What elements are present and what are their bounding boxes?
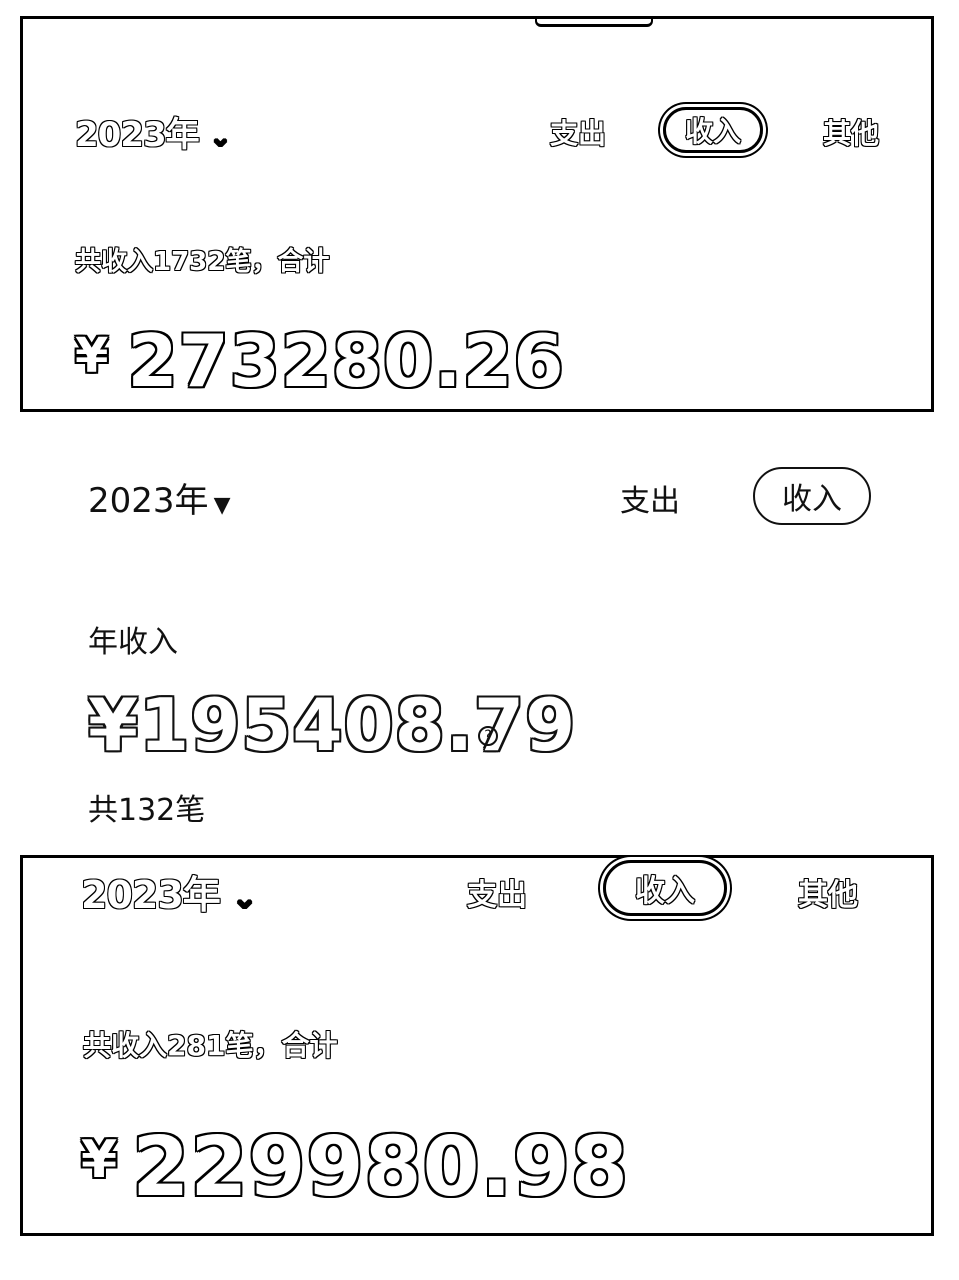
tab-other[interactable]: 其他 bbox=[823, 112, 879, 152]
help-circle-icon[interactable]: ? bbox=[478, 726, 498, 746]
tab-expense[interactable]: 支出 bbox=[550, 112, 606, 152]
year-selector[interactable]: 2023年 ⌄ bbox=[81, 864, 257, 919]
tab-expense[interactable]: 支出 bbox=[467, 870, 527, 914]
transaction-count: 共132笔 bbox=[88, 793, 206, 828]
tab-expense[interactable]: 支出 bbox=[620, 476, 680, 520]
tab-income[interactable]: 收入 bbox=[753, 467, 871, 525]
year-selector[interactable]: 2023年 ⌄ bbox=[75, 107, 231, 156]
amount-value: 195408.79 bbox=[139, 683, 577, 767]
year-label: 2023年 bbox=[75, 115, 200, 155]
income-summary: 共收入1732笔，合计 bbox=[75, 247, 330, 277]
tab-income-label: 收入 bbox=[782, 482, 842, 517]
chevron-down-icon: ⌄ bbox=[209, 123, 231, 153]
screen-notch bbox=[535, 17, 653, 27]
year-label: 2023年 bbox=[81, 873, 221, 917]
total-amount: ¥ 273280.26 bbox=[75, 319, 565, 403]
income-summary: 共收入281笔，合计 bbox=[83, 1029, 338, 1062]
total-amount: ¥ 229980.98 bbox=[81, 1120, 629, 1220]
year-selector-middle[interactable]: 2023年 ▼ bbox=[88, 473, 231, 522]
currency-symbol: ¥ bbox=[81, 1130, 118, 1190]
tab-other[interactable]: 其他 bbox=[798, 870, 858, 914]
annual-income-amount: ¥195408.79 bbox=[88, 683, 576, 767]
tab-income-label: 收入 bbox=[635, 874, 695, 909]
income-panel-top: 2023年 ⌄ 支出 收入 其他 共收入1732笔，合计 ¥ 273280.26 bbox=[20, 16, 934, 412]
chevron-down-icon: ⌄ bbox=[232, 881, 257, 916]
income-panel-bottom: 2023年 ⌄ 支出 收入 其他 共收入281笔，合计 ¥ 229980.98 bbox=[20, 855, 934, 1236]
currency-symbol: ¥ bbox=[75, 328, 109, 384]
amount-value: 229980.98 bbox=[132, 1120, 629, 1215]
currency-symbol: ¥ bbox=[88, 683, 140, 767]
tab-income-label: 收入 bbox=[684, 115, 741, 148]
caret-down-icon: ▼ bbox=[213, 493, 231, 518]
amount-value: 273280.26 bbox=[127, 319, 565, 403]
tab-income[interactable]: 收入 bbox=[603, 860, 727, 916]
year-label: 2023年 bbox=[88, 481, 209, 521]
annual-income-label: 年收入 bbox=[88, 625, 178, 660]
tab-income[interactable]: 收入 bbox=[663, 107, 763, 153]
